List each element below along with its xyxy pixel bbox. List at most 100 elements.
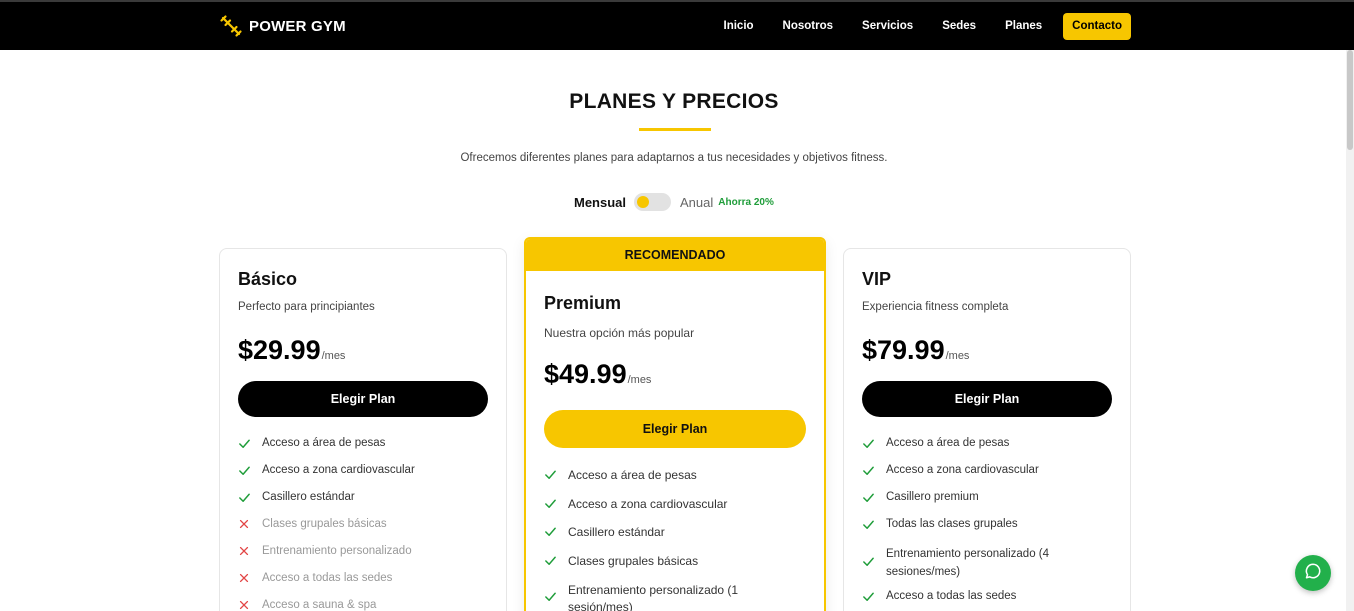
feature-text: Entrenamiento personalizado (4 sesiones/… [886, 548, 1050, 578]
plan-description: Nuestra opción más popular [544, 326, 695, 340]
plan-name: VIP [862, 269, 892, 289]
price-amount: $49.99 [544, 359, 627, 389]
feature-item: Clases grupales básicas [544, 554, 806, 583]
check-icon [238, 464, 252, 477]
check-icon [862, 464, 876, 477]
plan-price: $29.99 /mes [238, 335, 345, 366]
plan-description: Perfecto para principiantes [238, 301, 375, 313]
feature-text: Todas las clases grupales [886, 518, 1018, 530]
price-amount: $79.99 [862, 335, 945, 365]
feature-text: Acceso a área de pesas [568, 468, 697, 482]
feature-item: Acceso a todas las sedes [238, 572, 488, 599]
brand-logo[interactable]: POWER GYM [219, 14, 346, 38]
plan-name: Básico [238, 269, 298, 289]
feature-item: Entrenamiento personalizado (1 sesión/me… [544, 582, 806, 611]
feature-item: Clases grupales básicas [238, 518, 488, 545]
nav-link-sedes[interactable]: Sedes [942, 13, 976, 40]
monthly-label[interactable]: Mensual [574, 195, 626, 210]
cross-icon [238, 572, 252, 584]
plan-card-basico: Básico Perfecto para principiantes $29.9… [219, 248, 507, 611]
check-icon [862, 437, 876, 450]
check-icon [862, 518, 876, 531]
feature-text: Acceso a sauna & spa [262, 599, 377, 611]
plan-description: Experiencia fitness completa [862, 301, 1009, 313]
feature-item: Acceso a sauna & spa [238, 599, 488, 611]
feature-text: Clases grupales básicas [568, 553, 699, 568]
feature-item: Acceso a zona cardiovascular [238, 464, 488, 491]
main-nav: Inicio Nosotros Servicios Sedes Planes C… [695, 13, 1131, 40]
section-subtitle: Ofrecemos diferentes planes para adaptar… [460, 152, 888, 164]
feature-text: Acceso a zona cardiovascular [886, 464, 1039, 476]
contact-button[interactable]: Contacto [1063, 13, 1131, 40]
feature-text: Clases grupales básicas [262, 518, 387, 530]
feature-list: Acceso a área de pesas Acceso a zona car… [862, 437, 1112, 611]
choose-plan-button[interactable]: Elegir Plan [862, 381, 1112, 417]
nav-link-planes[interactable]: Planes [1005, 13, 1042, 40]
feature-list: Acceso a área de pesas Acceso a zona car… [238, 437, 488, 611]
recommended-badge: RECOMENDADO [526, 239, 824, 271]
feature-item: Acceso a zona cardiovascular [544, 497, 806, 526]
feature-text: Entrenamiento personalizado (1 sesión/me… [568, 583, 739, 611]
plan-card-premium: RECOMENDADO Premium Nuestra opción más p… [524, 237, 826, 611]
feature-item: Acceso a área de pesas [238, 437, 488, 464]
nav-link-nosotros[interactable]: Nosotros [783, 13, 833, 40]
feature-item: Casillero estándar [238, 491, 488, 518]
nav-link-inicio[interactable]: Inicio [724, 13, 754, 40]
feature-text: Acceso a todas las sedes [886, 590, 1017, 602]
feature-item: Entrenamiento personalizado (4 sesiones/… [862, 545, 1112, 590]
brand-name: POWER GYM [249, 17, 346, 35]
feature-text: Acceso a todas las sedes [262, 572, 393, 584]
feature-item: Casillero premium [862, 491, 1112, 518]
plan-name: Premium [544, 293, 622, 313]
top-navbar: POWER GYM Inicio Nosotros Servicios Sede… [0, 0, 1354, 50]
feature-item: Acceso a zona cardiovascular [862, 464, 1112, 491]
check-icon [862, 555, 876, 568]
title-underline [639, 128, 711, 131]
billing-toggle: Mensual Anual Ahorra 20% [574, 192, 774, 212]
feature-item: Todas las clases grupales [862, 518, 1112, 545]
check-icon [544, 525, 558, 538]
feature-text: Entrenamiento personalizado [262, 545, 412, 557]
check-icon [862, 491, 876, 504]
chat-button[interactable] [1295, 555, 1331, 591]
cross-icon [238, 518, 252, 530]
section-title: PLANES Y PRECIOS [569, 90, 779, 113]
dumbbell-icon [219, 14, 243, 38]
price-period: /mes [321, 350, 346, 362]
choose-plan-button[interactable]: Elegir Plan [238, 381, 488, 417]
feature-list: Acceso a área de pesas Acceso a zona car… [544, 468, 806, 611]
check-icon [238, 437, 252, 450]
feature-text: Acceso a zona cardiovascular [262, 464, 415, 476]
check-icon [544, 468, 558, 481]
cross-icon [238, 599, 252, 611]
plan-card-vip: VIP Experiencia fitness completa $79.99 … [843, 248, 1131, 611]
chat-bubble-icon [1304, 562, 1322, 585]
feature-item: Entrenamiento personalizado [238, 545, 488, 572]
plan-price: $79.99 /mes [862, 335, 969, 366]
switch-knob [637, 196, 650, 208]
feature-item: Acceso a todas las sedes [862, 590, 1112, 611]
plan-price: $49.99 /mes [544, 359, 651, 390]
check-icon [862, 590, 876, 603]
check-icon [544, 590, 558, 603]
feature-text: Acceso a área de pesas [886, 437, 1010, 449]
page-scrollbar[interactable] [1346, 50, 1354, 611]
feature-text: Casillero estándar [262, 491, 355, 503]
cross-icon [238, 545, 252, 557]
nav-link-servicios[interactable]: Servicios [862, 13, 913, 40]
billing-switch[interactable] [634, 193, 672, 211]
price-period: /mes [627, 374, 652, 386]
check-icon [238, 491, 252, 504]
annual-label[interactable]: Anual [680, 195, 713, 210]
feature-text: Acceso a área de pesas [262, 437, 386, 449]
choose-plan-button[interactable]: Elegir Plan [544, 410, 806, 448]
feature-item: Acceso a área de pesas [544, 468, 806, 497]
feature-text: Casillero premium [886, 491, 979, 503]
feature-item: Acceso a área de pesas [862, 437, 1112, 464]
check-icon [544, 554, 558, 567]
feature-item: Casillero estándar [544, 525, 806, 554]
feature-text: Acceso a zona cardiovascular [568, 496, 728, 511]
price-period: /mes [945, 350, 970, 362]
check-icon [544, 497, 558, 510]
price-amount: $29.99 [238, 335, 321, 365]
